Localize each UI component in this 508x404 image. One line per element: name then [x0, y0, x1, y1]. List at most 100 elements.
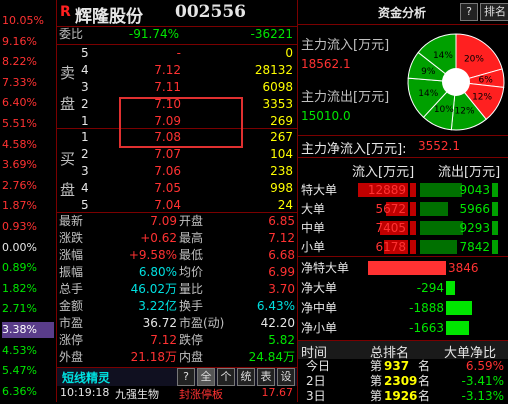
buy-order-row: 1 7.08 267: [57, 129, 297, 146]
sell-price: -: [176, 46, 181, 60]
stat-row: 市盈 36.72 市盈(动) 42.20: [57, 315, 297, 332]
tab-fund-analysis[interactable]: 资金分析: [378, 4, 426, 21]
stat-label: 涨跌: [59, 231, 84, 245]
stat-value: 42.20: [260, 316, 295, 330]
net-value: 3846: [448, 261, 479, 275]
scale-label: 3.69%: [2, 158, 37, 172]
stat-label: 市盈: [59, 316, 84, 330]
net-row-label: 净大单: [301, 281, 338, 295]
scale-label: 0.00%: [2, 240, 37, 254]
stat-value: 3.70: [268, 282, 295, 296]
scale-label: 7.33%: [2, 75, 37, 89]
sprite-button[interactable]: 统: [237, 368, 255, 386]
sell-volume: 6098: [262, 80, 293, 94]
scale-label: 2.76%: [2, 178, 37, 192]
stat-label: 涨停: [59, 333, 84, 347]
sell-price: 7.10: [154, 97, 181, 111]
stat-label: 振幅: [59, 265, 84, 279]
stat-label: 最高: [179, 231, 204, 245]
sprite-button[interactable]: ?: [177, 368, 195, 386]
flow-in-value: 6178: [375, 240, 406, 254]
sprite-button[interactable]: 全: [197, 368, 215, 386]
scale-label: 5.47%: [2, 364, 37, 378]
sprite-button[interactable]: 个: [217, 368, 235, 386]
stat-label: 市盈(动): [179, 316, 225, 330]
stat-row: 最新 7.09 开盘 6.85: [57, 213, 297, 230]
stat-row: 涨幅 +9.58% 最低 6.68: [57, 247, 297, 264]
sprite-event-row[interactable]: 10:19:18 九强生物 封涨停板 17.67: [57, 386, 297, 402]
stock-code: 002556: [175, 2, 246, 22]
scale-label: 0.89%: [2, 261, 37, 275]
sprite-button[interactable]: 设: [277, 368, 295, 386]
stat-label: 开盘: [179, 214, 204, 228]
sell-volume: 3353: [262, 97, 293, 111]
flow-in-cap: [410, 240, 416, 254]
weibi-label: 委比: [59, 27, 84, 41]
stat-value: +0.62: [140, 231, 177, 245]
rank-time: 今日: [306, 359, 331, 373]
sell-level: 2: [81, 97, 89, 111]
stock-title-bar: R 辉隆股份 002556: [57, 0, 297, 27]
flow-out-value: 7842: [459, 240, 490, 254]
sell-order-row: 2 7.10 3353: [57, 96, 297, 113]
net-bar: [446, 321, 470, 335]
flow-in-cap: [410, 202, 416, 216]
stat-label: 换手: [179, 299, 204, 313]
pie-slice-label: 12%: [455, 107, 475, 117]
scale-label: 0.93%: [2, 220, 37, 233]
tab-rank[interactable]: 排名: [480, 3, 508, 21]
flow-table-header: 流入[万元] 流出[万元]: [298, 158, 508, 180]
stat-value: +9.58%: [128, 248, 177, 262]
flow-row: 中单 7405 9293: [298, 218, 508, 238]
inflow-value: 18562.1: [301, 57, 351, 71]
rank-number: 2309: [384, 374, 418, 388]
flow-out-cap: [492, 240, 498, 254]
sell-level: 1: [81, 114, 89, 128]
scale-label: 8.22%: [2, 55, 37, 69]
rank-suffix: 名: [418, 374, 431, 388]
stat-value: 24.84万: [248, 350, 295, 364]
net-row-label: 净中单: [301, 301, 338, 315]
buy-level: 1: [81, 130, 89, 144]
fund-panel: 资金分析 ? 排名 主力流入[万元] 18562.1 主力流出[万元] 1501…: [298, 0, 508, 403]
net-row: 净大单 -294: [298, 278, 508, 298]
stat-label: 金额: [59, 299, 84, 313]
buy-volume: 998: [270, 181, 293, 195]
flow-out-value: 5966: [459, 202, 490, 216]
stat-label: 涨幅: [59, 248, 84, 262]
flow-row-label: 特大单: [301, 183, 338, 197]
sell-volume: 0: [285, 46, 293, 60]
rank-prefix: 第: [370, 359, 383, 373]
sell-level: 4: [81, 63, 89, 77]
flow-row: 特大单 12889 9043: [298, 180, 508, 200]
scale-label: 1.82%: [2, 281, 37, 295]
buy-price: 7.08: [154, 130, 181, 144]
sprite-button[interactable]: 表: [257, 368, 275, 386]
flow-header-in: 流入[万元]: [352, 165, 415, 180]
stat-label: 跌停: [179, 333, 204, 347]
stat-row: 涨停 7.12 跌停 5.82: [57, 332, 297, 349]
stock-name: 辉隆股份: [75, 7, 143, 27]
stat-row: 外盘 21.18万 内盘 24.84万: [57, 349, 297, 366]
stat-label: 最低: [179, 248, 204, 262]
stat-value: 5.82: [268, 333, 295, 347]
flow-row: 小单 6178 7842: [298, 237, 508, 257]
pie-slice-label: 14%: [418, 89, 438, 99]
net-row-label: 净特大单: [301, 261, 350, 275]
rank-row: 今日 第 937 名 6.59%: [298, 359, 508, 374]
scale-label: 4.58%: [2, 137, 37, 151]
pie-slice-label: 6%: [479, 76, 494, 86]
rank-ratio: 6.59%: [465, 359, 504, 373]
flow-out-value: 9043: [459, 183, 490, 197]
sell-volume: 269: [270, 114, 293, 128]
rank-prefix: 第: [370, 374, 383, 388]
weibi-pct: -91.74%: [128, 27, 179, 41]
help-button[interactable]: ?: [460, 3, 478, 21]
sprite-stock: 九强生物: [115, 388, 159, 401]
buy-level: 3: [81, 164, 89, 178]
flow-in-value: 5672: [375, 202, 406, 216]
flow-header-out: 流出[万元]: [438, 165, 501, 180]
net-row: 净中单 -1888: [298, 298, 508, 318]
sprite-event: 封涨停板: [179, 388, 223, 401]
buy-volume: 24: [277, 198, 293, 212]
